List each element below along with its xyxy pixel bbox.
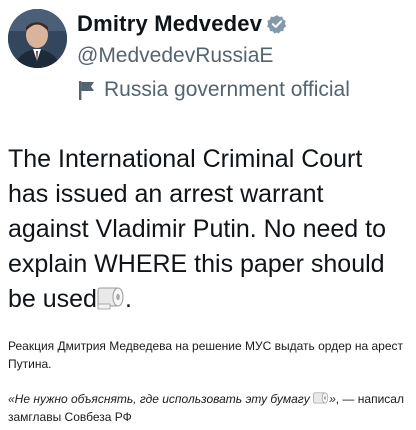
display-name[interactable]: Dmitry Medvedev xyxy=(77,11,262,37)
government-label-text: Russia government official xyxy=(104,78,350,101)
government-label[interactable]: Russia government official xyxy=(77,78,350,102)
toilet-paper-small-icon xyxy=(313,392,329,404)
toilet-paper-icon xyxy=(97,287,124,310)
avatar[interactable] xyxy=(8,9,67,68)
tweet-text: The International Criminal Court has iss… xyxy=(8,142,408,317)
tweet-body: The International Criminal Court has iss… xyxy=(8,145,386,313)
quote: «Не нужно объяснять, где использовать эт… xyxy=(8,390,412,426)
quote-close: » xyxy=(329,392,336,406)
handle[interactable]: @MedvedevRussiaE xyxy=(77,44,273,68)
verified-badge-icon xyxy=(267,15,287,34)
display-name-row: Dmitry Medvedev xyxy=(77,11,287,37)
caption: Реакция Дмитрия Медведева на решение МУС… xyxy=(8,339,404,371)
flag-icon xyxy=(79,81,94,100)
tweet-end-punct: . xyxy=(124,285,132,313)
quote-italic: «Не нужно объяснять, где использовать эт… xyxy=(8,392,310,406)
